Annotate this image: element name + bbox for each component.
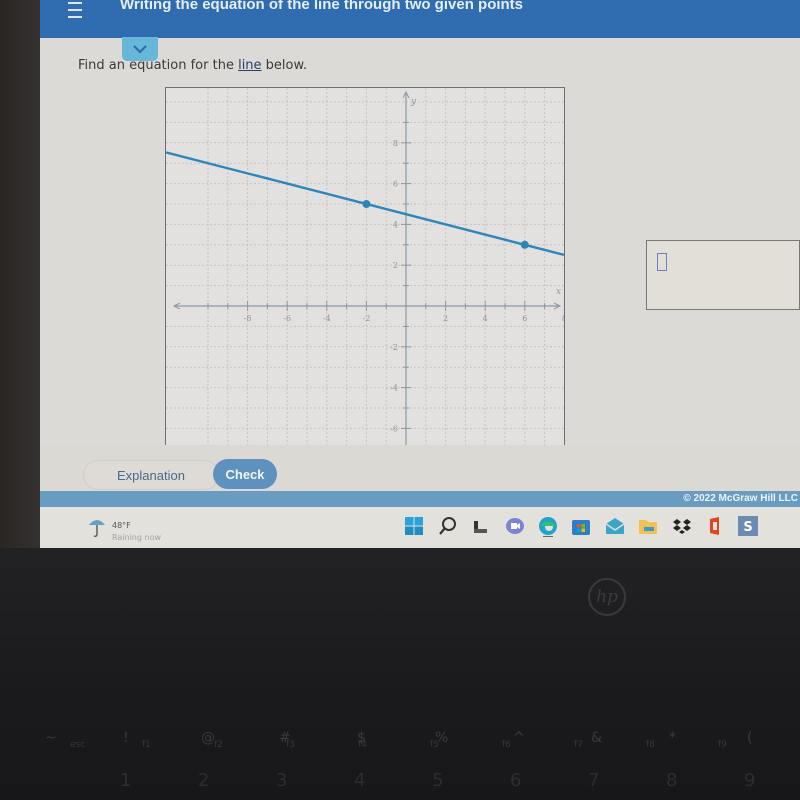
keyboard-key: ~ <box>45 730 57 746</box>
keyboard-key: f8 <box>646 740 655 750</box>
prompt-text-start: Find an equation for the <box>78 58 239 73</box>
weather-temperature[interactable]: 48°F <box>112 521 131 530</box>
keyboard-key: f7 <box>574 740 583 750</box>
coordinate-graph: -8 -6 -4 -2 2 4 6 8 -6 -4 -2 2 4 6 8 x y <box>165 87 565 448</box>
keyboard-key: 4 <box>354 770 366 791</box>
keyboard-key: f6 <box>502 740 511 750</box>
explanation-button[interactable]: Explanation <box>83 460 219 490</box>
question-prompt: Find an equation for the line below. <box>78 58 307 73</box>
keyboard-key: 8 <box>666 770 678 791</box>
top-navigation-bar: Writing the equation of the line through… <box>40 0 800 38</box>
x-tick-label: 8 <box>562 314 564 323</box>
answer-input[interactable] <box>646 240 800 310</box>
keyboard-key: f1 <box>142 740 151 750</box>
x-tick-label: -6 <box>283 314 291 323</box>
x-tick-label: -4 <box>323 314 331 323</box>
keyboard-key: esc <box>70 740 86 750</box>
y-axis-label: y <box>410 97 417 107</box>
keyboard-key: ! <box>123 730 129 746</box>
keyboard-key: 1 <box>120 770 132 791</box>
graph-svg: -8 -6 -4 -2 2 4 6 8 -6 -4 -2 2 4 6 8 x y <box>166 88 564 448</box>
svg-text:S: S <box>743 520 752 535</box>
keyboard-key: & <box>591 730 602 746</box>
teams-chat-icon[interactable] <box>504 515 526 537</box>
browser-screen: Writing the equation of the line through… <box>40 0 800 548</box>
dropbox-icon[interactable] <box>671 515 693 537</box>
mail-icon[interactable] <box>604 515 626 537</box>
x-tick-label: 2 <box>443 314 448 323</box>
windows-start-icon[interactable] <box>403 515 425 537</box>
keyboard-key: * <box>669 730 676 746</box>
keyboard-key: 9 <box>744 770 756 791</box>
weather-description[interactable]: Raining now <box>112 533 161 542</box>
keyboard-key: # <box>279 730 291 746</box>
page-title: Writing the equation of the line through… <box>120 0 524 13</box>
copyright-text: © 2022 McGraw Hill LLC <box>683 493 798 504</box>
y-tick-label: 4 <box>393 220 398 229</box>
umbrella-weather-icon[interactable] <box>88 516 106 538</box>
keyboard-key: % <box>435 730 449 746</box>
search-icon[interactable] <box>437 515 459 537</box>
check-button[interactable]: Check <box>213 459 277 489</box>
keyboard-key: $ <box>357 730 366 746</box>
keyboard-key: 5 <box>432 770 444 791</box>
y-tick-label: 2 <box>393 261 398 270</box>
y-tick-label: -2 <box>390 343 398 352</box>
y-tick-label: 8 <box>393 139 398 148</box>
widgets-icon[interactable] <box>470 515 492 537</box>
keyboard-key: ( <box>747 730 753 746</box>
file-explorer-icon[interactable] <box>637 515 659 537</box>
prompt-text-end: below. <box>261 58 308 73</box>
line-point <box>362 200 371 208</box>
y-tick-label: -6 <box>390 424 398 433</box>
keyboard-key: 2 <box>198 770 210 791</box>
keyboard-key: @ <box>201 730 215 746</box>
y-tick-label: -4 <box>390 384 398 393</box>
y-tick-label: 6 <box>393 180 398 189</box>
keyboard-key: 7 <box>588 770 600 791</box>
x-tick-label: 6 <box>522 314 527 323</box>
x-axis-label: x <box>556 287 561 297</box>
edge-browser-icon[interactable] <box>537 515 559 537</box>
keyboard-key: 6 <box>510 770 522 791</box>
x-tick-label: -8 <box>244 314 252 323</box>
hamburger-menu-icon[interactable] <box>62 0 88 20</box>
app-s-icon[interactable]: S <box>737 515 759 537</box>
office-icon[interactable] <box>704 515 726 537</box>
keyboard-key: f2 <box>214 740 223 750</box>
keyboard-key: 3 <box>276 770 288 791</box>
windows-taskbar: 48°F Raining now S <box>40 507 800 548</box>
copyright-bar: © 2022 McGraw Hill LLC <box>40 491 800 507</box>
chevron-down-icon <box>133 44 147 54</box>
line-definition-link[interactable]: line <box>238 58 261 73</box>
microsoft-store-icon[interactable] <box>570 515 592 537</box>
line-point <box>520 240 529 249</box>
laptop-body <box>0 548 800 800</box>
keyboard-key: f9 <box>718 740 727 750</box>
hp-logo: hp <box>588 578 626 616</box>
empty-input-box-icon <box>657 253 667 271</box>
x-tick-label: -2 <box>363 314 371 323</box>
monitor-bezel <box>0 0 40 550</box>
x-tick-label: 4 <box>483 314 488 323</box>
keyboard-key: ^ <box>513 730 525 746</box>
